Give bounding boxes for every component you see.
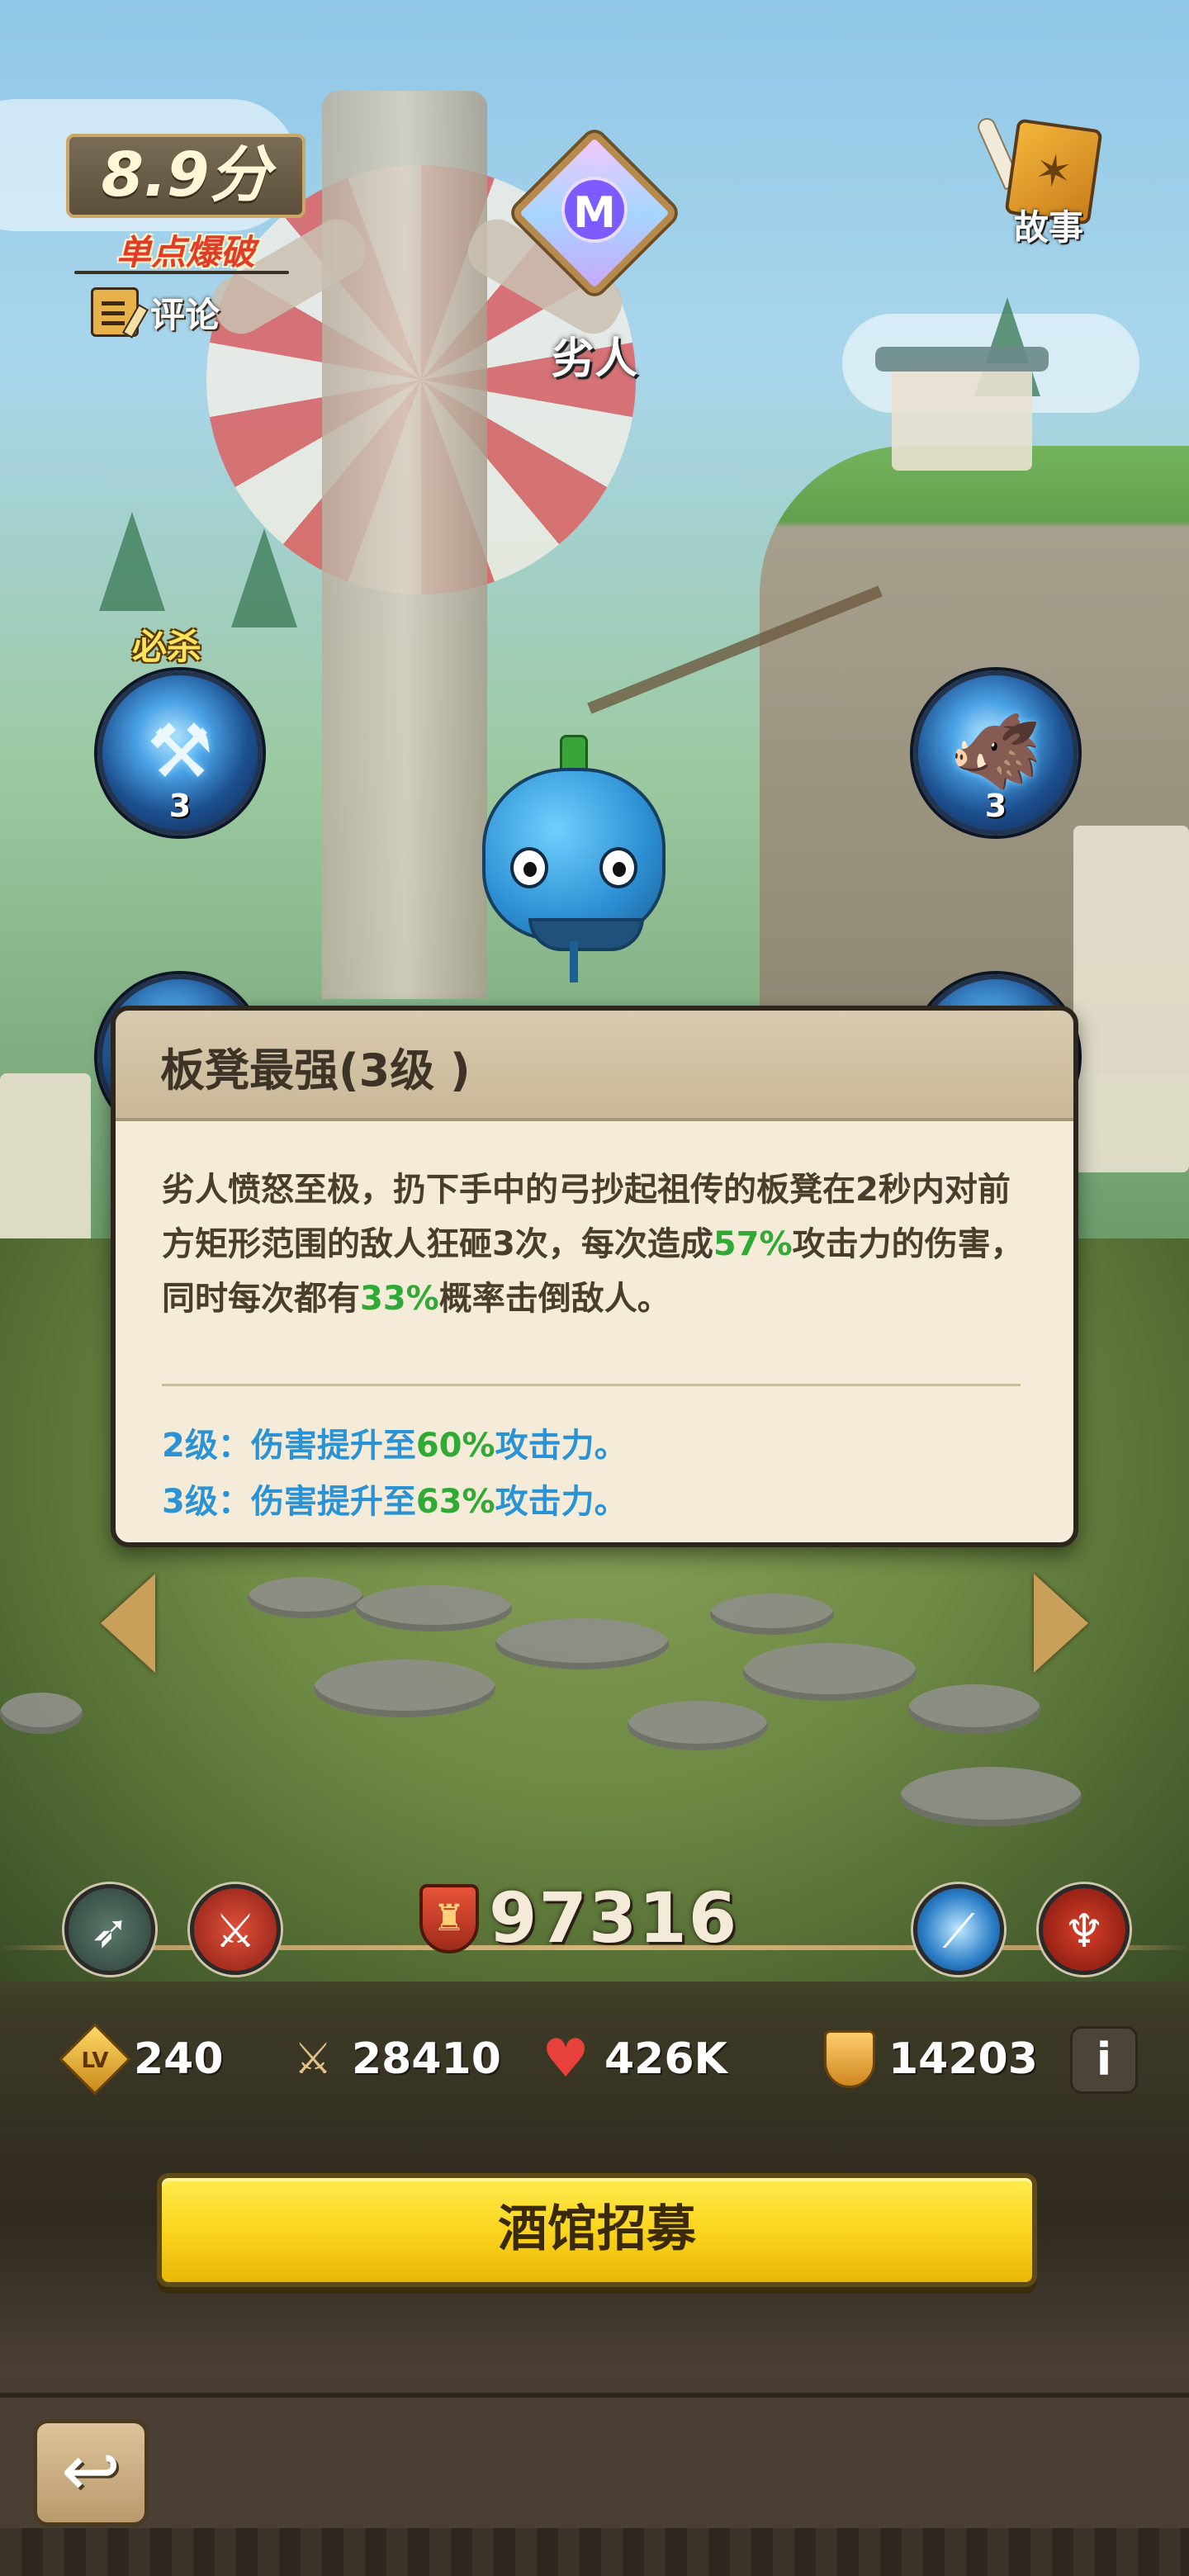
skill-title: 板凳最强(3级 ) <box>160 1044 471 1096</box>
hero-mouth <box>528 918 644 951</box>
stone-decoration <box>900 1767 1082 1826</box>
combat-power-value: 97316 <box>489 1878 739 1958</box>
skill-level: 3 <box>984 788 1007 824</box>
stone-decoration <box>628 1701 768 1750</box>
upgrade-value: 63% <box>415 1483 495 1521</box>
hero-rating-score: 8.9分 <box>66 134 306 218</box>
skill-ultimate-icon[interactable]: ⚒ 3 <box>97 670 263 836</box>
stone-decoration <box>495 1618 669 1669</box>
axe-icon: ⚔ <box>214 1905 257 1958</box>
hero-name: 劣人 <box>551 334 637 384</box>
rank-letter: M <box>561 177 628 243</box>
note-pencil-icon <box>91 287 139 337</box>
bottom-trim <box>0 2528 1189 2576</box>
ultimate-skill-label: 必杀 <box>132 627 202 667</box>
upgrade-prefix: 2级：伤害提升至 <box>162 1427 416 1465</box>
stone-decoration <box>248 1577 363 1618</box>
tavern-recruit-button[interactable]: 酒馆招募 <box>157 2173 1037 2287</box>
hut-roof-decoration <box>875 347 1049 372</box>
tree-decoration <box>231 528 297 627</box>
score-divider <box>74 271 289 274</box>
faction-emblem-icon: ♆ <box>1063 1905 1106 1958</box>
hut-decoration <box>1073 826 1189 1172</box>
defense-value: 14203 <box>888 2034 1038 2084</box>
hero-model[interactable] <box>474 735 674 983</box>
element-button[interactable]: ⟋ <box>913 1884 1004 1975</box>
stone-decoration <box>710 1593 834 1635</box>
tree-decoration <box>99 512 165 611</box>
comment-label: 评论 <box>150 294 220 335</box>
upgrade-line-2: 2级：伤害提升至60%攻击力。 <box>162 1418 628 1466</box>
faction-button[interactable]: ♆ <box>1039 1884 1130 1975</box>
bow-icon: ➶ <box>90 1905 130 1958</box>
story-label: 故事 <box>1013 207 1083 248</box>
class-archer-button[interactable]: ➶ <box>64 1884 155 1975</box>
shield-icon <box>822 2030 877 2088</box>
boar-icon: 🐗 <box>949 708 1043 795</box>
tooltip-divider <box>162 1384 1021 1386</box>
crossed-swords-icon: ⚔ <box>293 2034 333 2084</box>
bench-strike-icon: ⚒ <box>146 708 214 795</box>
skill-description: 劣人愤怒至极，扔下手中的弓抄起祖传的板凳在2秒内对前方矩形范围的敌人狂砸3次，每… <box>162 1163 1037 1326</box>
desc-highlight: 57% <box>713 1225 793 1263</box>
attack-value: 28410 <box>352 2034 501 2084</box>
info-button[interactable]: i <box>1070 2026 1138 2094</box>
comment-button[interactable]: 评论 <box>91 286 220 339</box>
skill-tooltip: 板凳最强(3级 ) 劣人愤怒至极，扔下手中的弓抄起祖传的板凳在2秒内对前方矩形范… <box>111 1006 1078 1547</box>
stat-attack: ⚔ 28410 <box>286 2028 501 2091</box>
stat-defense: 14203 <box>822 2028 1038 2091</box>
stone-decoration <box>355 1585 512 1631</box>
skill-level: 3 <box>168 788 192 824</box>
desc-highlight: 33% <box>360 1280 439 1318</box>
upgrade-value: 60% <box>415 1427 495 1465</box>
level-diamond-icon: LV <box>59 2023 131 2095</box>
hero-eye <box>599 847 637 888</box>
hut-decoration <box>892 363 1032 471</box>
upgrade-line-3: 3级：伤害提升至63%攻击力。 <box>162 1475 628 1522</box>
slash-icon: ⟋ <box>942 1905 975 1958</box>
hero-stand <box>570 941 578 983</box>
stat-level: LV 240 <box>59 2023 224 2095</box>
upgrade-suffix: 攻击力。 <box>495 1483 628 1521</box>
stone-decoration <box>743 1643 917 1701</box>
hero-head <box>482 768 666 951</box>
hero-rank-badge[interactable]: M <box>505 124 684 302</box>
story-button[interactable]: 故事 <box>974 115 1111 256</box>
stone-decoration <box>0 1693 83 1734</box>
hp-value: 426K <box>604 2034 727 2084</box>
race-button[interactable]: ⚔ <box>190 1884 281 1975</box>
power-shield-icon <box>419 1884 479 1953</box>
stone-decoration <box>314 1660 495 1717</box>
upgrade-prefix: 3级：伤害提升至 <box>162 1483 416 1521</box>
upgrade-suffix: 攻击力。 <box>495 1427 628 1465</box>
prev-hero-arrow-icon[interactable] <box>101 1574 155 1673</box>
stat-hp: ♥ 426K <box>538 2028 727 2091</box>
heart-icon: ♥ <box>542 2029 590 2090</box>
back-arrow-icon[interactable] <box>33 2419 149 2526</box>
level-value: 240 <box>134 2034 224 2084</box>
level-icon-text: LV <box>81 2048 109 2073</box>
desc-text: 概率击倒敌人。 <box>438 1280 670 1318</box>
hero-eye <box>510 847 548 888</box>
hero-role-tag: 单点爆破 <box>116 232 255 272</box>
shield-shape <box>824 2030 875 2088</box>
next-hero-arrow-icon[interactable] <box>1034 1574 1088 1673</box>
stone-decoration <box>908 1684 1040 1734</box>
skill-boar-icon[interactable]: 🐗 3 <box>913 670 1078 836</box>
